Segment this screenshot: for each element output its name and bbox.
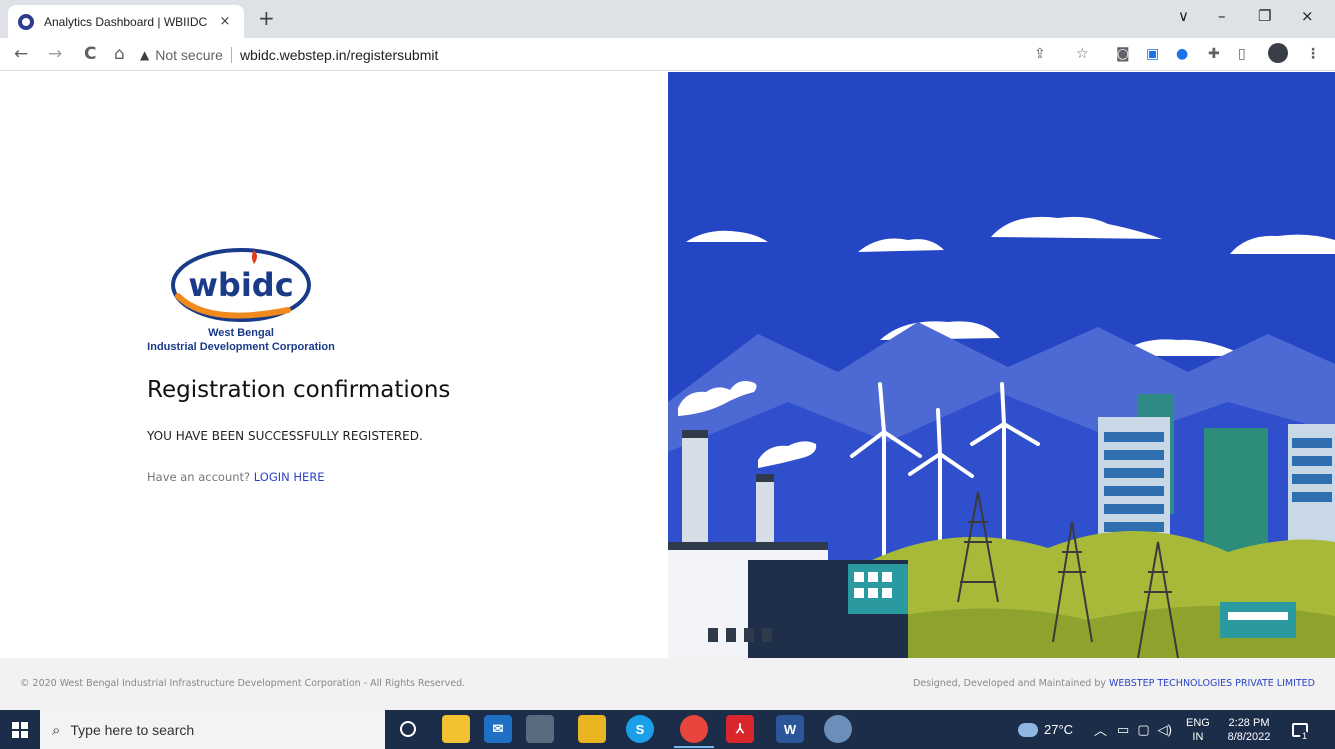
logo-wordmark: wbidc	[188, 266, 293, 304]
browser-toolbar: ← → C ⌂ ▲ Not secure wbidc.webstep.in/re…	[0, 38, 1335, 71]
browser-tabstrip: Analytics Dashboard | WBIIDC × + ∨ – ❐ ×	[0, 0, 1335, 38]
weather-cloud-icon	[1018, 722, 1038, 737]
credit-text: Designed, Developed and Maintained by WE…	[913, 678, 1315, 689]
restore-button[interactable]: ❐	[1258, 5, 1271, 27]
language-indicator[interactable]: ENG IN	[1186, 710, 1210, 749]
copyright-text: © 2020 West Bengal Industrial Infrastruc…	[20, 678, 466, 689]
acrobat-icon[interactable]: ⅄	[726, 715, 754, 743]
cortana-icon[interactable]	[400, 721, 416, 737]
network-tray-icon[interactable]: ▢	[1137, 722, 1149, 738]
network-icon[interactable]	[526, 715, 554, 743]
url-text[interactable]: wbidc.webstep.in/registersubmit	[240, 47, 438, 63]
clock-date: 8/8/2022	[1227, 730, 1271, 743]
tab-close-icon[interactable]: ×	[216, 14, 234, 29]
home-icon[interactable]: ⌂	[114, 43, 125, 65]
skype-icon[interactable]: S	[626, 715, 654, 743]
notification-center-icon[interactable]: 1	[1292, 710, 1317, 749]
back-icon[interactable]: ←	[14, 43, 28, 65]
search-placeholder: Type here to search	[70, 721, 195, 738]
industrial-illustration	[668, 72, 1335, 658]
weather-temp: 27°C	[1044, 722, 1074, 737]
taskbar-search-input[interactable]: ⌕ Type here to search	[40, 710, 385, 749]
windows-start-icon[interactable]	[0, 710, 40, 749]
language-code: ENG	[1186, 716, 1210, 729]
page-footer: © 2020 West Bengal Industrial Infrastruc…	[0, 658, 1335, 710]
share-icon[interactable]: ⇪	[1034, 45, 1046, 63]
tab-title: Analytics Dashboard | WBIIDC	[44, 14, 208, 29]
reload-icon[interactable]: C	[84, 43, 96, 65]
battery-icon[interactable]: ▭	[1117, 722, 1129, 738]
region-code: IN	[1192, 730, 1204, 743]
weather-widget[interactable]: 27°C	[1018, 710, 1073, 749]
paint-icon[interactable]	[824, 715, 852, 743]
logo-line-2: Industrial Development Corporation	[147, 341, 335, 353]
window-close-button[interactable]: ×	[1301, 5, 1314, 27]
warning-triangle-icon[interactable]: ▲	[140, 48, 149, 62]
forward-icon[interactable]: →	[48, 43, 62, 65]
word-icon[interactable]: W	[776, 715, 804, 743]
camera-icon[interactable]: ◙	[1116, 45, 1130, 63]
tray-icons[interactable]: ︿ ▭ ▢ ◁)	[1094, 710, 1172, 749]
site-favicon-icon	[18, 13, 34, 30]
search-icon: ⌕	[52, 720, 61, 739]
file-explorer-icon[interactable]	[442, 715, 470, 743]
success-message: YOU HAVE BEEN SUCCESSFULLY REGISTERED.	[147, 429, 423, 443]
windows-taskbar: ⌕ Type here to search ✉ S ⅄ W 27°C ︿ ▭ ▢…	[0, 710, 1335, 749]
browser-tab[interactable]: Analytics Dashboard | WBIIDC ×	[8, 5, 244, 38]
wbidc-logo-mark: wbidc	[171, 248, 311, 322]
address-separator	[230, 46, 232, 63]
clock[interactable]: 2:28 PM 8/8/2022	[1224, 710, 1274, 749]
menu-icon[interactable]: ⋮	[1306, 45, 1320, 63]
address-bar[interactable]: ▲ Not secure wbidc.webstep.in/registersu…	[140, 41, 1310, 68]
account-prompt: Have an account? LOGIN HERE	[147, 470, 325, 484]
clouds	[686, 216, 1335, 356]
puzzle-icon[interactable]: ✚	[1208, 45, 1220, 63]
illustration-canvas	[668, 216, 1335, 658]
login-link[interactable]: LOGIN HERE	[254, 470, 325, 484]
security-label[interactable]: Not secure	[155, 47, 223, 63]
chevron-up-icon[interactable]: ︿	[1094, 720, 1107, 739]
logo-line-1: West Bengal	[208, 327, 274, 339]
credit-prefix: Designed, Developed and Maintained by	[912, 678, 1106, 689]
chrome-icon[interactable]	[674, 715, 714, 748]
sidepanel-icon[interactable]: ▯	[1238, 45, 1246, 63]
profile-avatar[interactable]	[1268, 43, 1288, 63]
star-icon[interactable]: ☆	[1076, 45, 1089, 63]
clock-time: 2:28 PM	[1228, 716, 1270, 729]
volume-icon[interactable]: ◁)	[1158, 722, 1172, 738]
registration-panel: wbidc West Bengal Industrial Development…	[0, 72, 668, 658]
webstep-link[interactable]: WEBSTEP TECHNOLOGIES PRIVATE LIMITED	[1109, 678, 1315, 689]
screen-capture-icon[interactable]: ▣	[1146, 45, 1159, 63]
minimize-button[interactable]: –	[1218, 5, 1226, 27]
extension-blue-icon[interactable]: ●	[1176, 45, 1188, 63]
lock-app-icon[interactable]	[578, 715, 606, 743]
account-prompt-text: Have an account?	[147, 470, 251, 484]
new-tab-button[interactable]: +	[258, 6, 275, 30]
notification-count: 1	[1300, 730, 1310, 741]
tab-search-icon[interactable]: ∨	[1178, 5, 1189, 27]
mail-icon[interactable]: ✉	[484, 715, 512, 743]
page-title: Registration confirmations	[147, 377, 451, 403]
